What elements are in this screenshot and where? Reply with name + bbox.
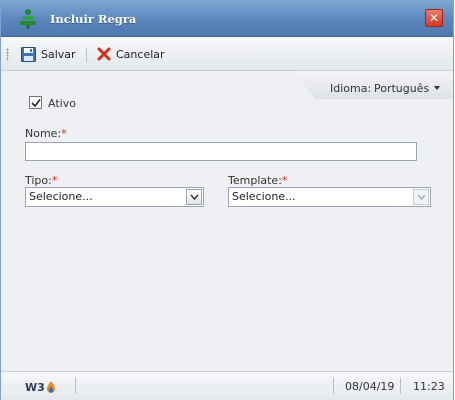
close-button[interactable]: ✕ [425, 9, 443, 27]
status-divider [333, 378, 334, 394]
tipo-select[interactable]: Selecione... [25, 187, 204, 207]
dialog-window: Incluir Regra ✕ Salvar Cancelar Idioma: … [0, 0, 454, 400]
w3-drop-logo-icon [46, 381, 55, 393]
tipo-label-text: Tipo: [25, 174, 52, 187]
tipo-dropdown-button[interactable] [186, 189, 202, 205]
nome-label: Nome:* [25, 127, 67, 140]
save-button[interactable]: Salvar [21, 45, 76, 63]
template-dropdown-button[interactable] [413, 189, 429, 205]
red-x-icon [97, 47, 111, 61]
nome-label-text: Nome: [25, 127, 62, 140]
language-selector[interactable]: Português [374, 82, 429, 95]
ativo-checkbox[interactable] [29, 96, 42, 109]
toolbar-grip[interactable] [6, 48, 9, 61]
tipo-label: Tipo:* [25, 174, 57, 187]
template-label-text: Template: [228, 174, 282, 187]
chevron-down-icon [190, 194, 199, 201]
close-icon: ✕ [428, 11, 440, 25]
checkmark-icon [31, 99, 41, 108]
status-divider [75, 378, 76, 394]
ativo-label: Ativo [48, 97, 76, 110]
template-label: Template:* [228, 174, 287, 187]
window-title: Incluir Regra [50, 12, 137, 26]
w3-tree-logo-icon [20, 9, 36, 29]
w3-logo-text: W3 [25, 380, 45, 394]
nome-input[interactable] [25, 142, 417, 161]
chevron-down-icon [417, 194, 426, 201]
status-bar: W3 08/04/19 11:23 [1, 371, 453, 400]
status-time: 11:23 [413, 380, 445, 393]
cancel-button[interactable]: Cancelar [97, 45, 165, 63]
tipo-selected-value: Selecione... [29, 190, 93, 203]
required-mark: * [61, 127, 67, 140]
status-divider [400, 378, 401, 394]
toolbar-divider [86, 48, 87, 62]
template-select[interactable]: Selecione... [228, 187, 431, 207]
language-label: Idioma: [330, 82, 372, 95]
required-mark: * [51, 174, 58, 187]
title-bar[interactable]: Incluir Regra ✕ [1, 1, 453, 37]
cancel-label: Cancelar [116, 47, 165, 61]
toolbar: Salvar Cancelar [1, 37, 453, 71]
w3-logo: W3 [25, 380, 57, 394]
floppy-disk-icon [21, 46, 36, 62]
save-label: Salvar [41, 47, 76, 61]
template-selected-value: Selecione... [232, 190, 296, 203]
required-mark: * [281, 174, 288, 187]
chevron-down-icon[interactable] [434, 86, 440, 90]
status-date: 08/04/19 [345, 380, 395, 393]
